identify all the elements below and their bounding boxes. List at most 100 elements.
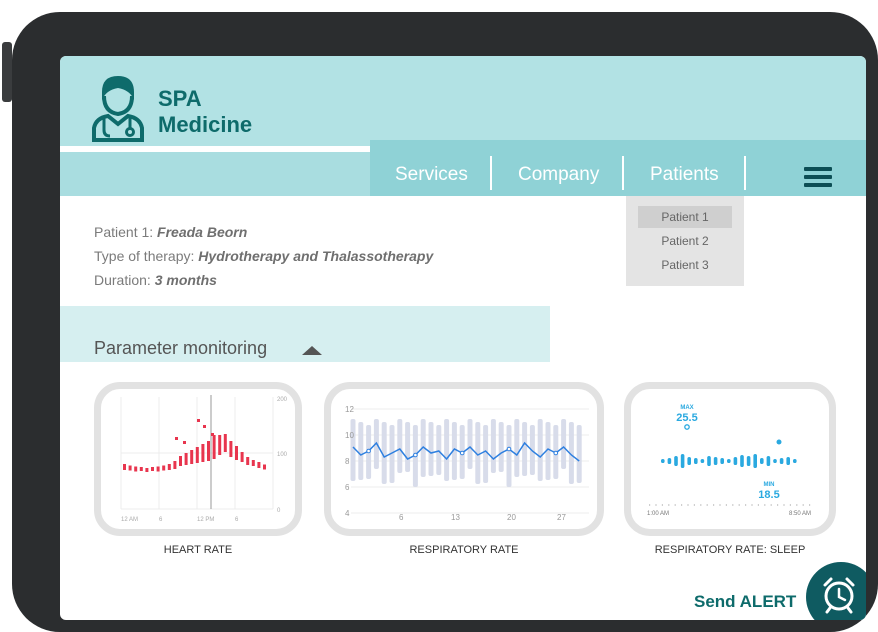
respiratory-point [506,446,512,452]
sleep-axis-tick [700,504,702,506]
sleep-rate-bar [700,459,705,463]
dropdown-patient-2[interactable]: Patient 2 [638,230,732,252]
heart-rate-bar [246,457,250,465]
heart-y-tick: 100 [277,452,288,458]
sleep-min-label: MIN [764,482,775,488]
heart-rate-bar [212,435,216,459]
respiratory-rate-chart: 12 10 8 6 4 6 13 20 27 [345,405,589,522]
sleep-rate-bar [746,456,751,466]
tablet-frame: SPA Medicine Services Company Patients P… [2,12,878,632]
resp-x-tick: 6 [399,513,404,522]
sleep-rate-bar [779,458,784,464]
respiratory-sleep-chart: MAX 25.5 MIN 18.5 1:00 AM 8:50 AM [647,405,811,517]
patient-name-value: Freada Beorn [157,224,248,240]
therapy-row: Type of therapy: Hydrotherapy and Thalas… [94,244,433,268]
heart-y-tick: 200 [277,397,288,403]
app-screen: SPA Medicine Services Company Patients P… [60,56,866,620]
respiratory-range-bar [483,425,489,483]
nav-services[interactable]: Services [395,164,468,186]
patient-info: Patient 1: Freada Beorn Type of therapy:… [94,220,433,292]
respiratory-range-bar [537,419,543,481]
hamburger-menu-icon[interactable] [804,167,832,187]
respiratory-point [366,448,371,454]
respiratory-range-bar [397,419,403,473]
respiratory-range-bar [576,425,582,483]
resp-y-tick: 4 [345,509,350,518]
heart-rate-bar [257,462,261,468]
duration-value: 3 months [154,272,217,288]
alarm-clock-icon [823,577,855,614]
sleep-rate-bar [713,457,718,465]
nav-divider [622,156,624,190]
volume-button [2,42,12,102]
resp-x-tick: 20 [507,513,516,522]
sleep-max-value: 25.5 [676,412,697,424]
respiratory-range-bar [506,425,512,487]
heart-rate-bar [139,467,143,471]
resp-y-tick: 10 [345,431,354,440]
brand-name: SPA Medicine [158,86,252,138]
sleep-axis-tick [796,504,798,506]
nav-patients[interactable]: Patients [650,164,719,186]
heart-rate-bar [240,452,244,462]
respiratory-sleep-card[interactable]: MAX 25.5 MIN 18.5 1:00 AM 8:50 AM [624,382,836,536]
patients-dropdown: Patient 1 Patient 2 Patient 3 [626,196,744,286]
heart-rate-bar [156,466,160,472]
heart-rate-bar [201,444,205,462]
nav-company[interactable]: Company [518,164,599,186]
sleep-axis-tick [687,504,689,506]
sleep-axis-tick [706,504,708,506]
heart-rate-label: HEART RATE [163,544,233,556]
brand-line-1: SPA [158,86,202,111]
heart-rate-bar [167,464,171,470]
heart-rate-bar [223,434,227,452]
collapse-caret-icon[interactable] [302,346,322,355]
heart-x-tick: 12 AM [121,517,138,523]
respiratory-range-bar [358,422,364,480]
respiratory-range-bar [522,422,528,476]
heart-rate-point [203,425,206,428]
heart-rate-bar [173,461,177,469]
sleep-rate-bar [773,459,777,463]
sleep-rate-bar [720,458,724,464]
heart-rate-point [211,433,214,436]
heart-rate-bar [190,450,194,464]
dropdown-patient-3[interactable]: Patient 3 [638,254,732,276]
resp-y-tick: 12 [345,405,354,414]
heart-rate-bar [207,441,210,461]
respiratory-range-bar [428,422,434,476]
sleep-rate-bar [674,456,678,466]
respiratory-rate-card[interactable]: 12 10 8 6 4 6 13 20 27 [324,382,604,536]
respiratory-range-bar [405,422,411,472]
resp-y-tick: 8 [345,457,350,466]
sleep-axis-tick [681,504,683,506]
dropdown-patient-1[interactable]: Patient 1 [638,206,732,228]
sleep-rate-bar [753,454,757,468]
sleep-axis-tick [802,504,804,506]
patient-name-row: Patient 1: Freada Beorn [94,220,433,244]
send-alert-button[interactable] [806,562,866,620]
respiratory-point [553,450,559,456]
parameter-monitoring-title[interactable]: Parameter monitoring [94,338,267,359]
respiratory-range-bar [436,425,442,475]
heart-rate-card[interactable]: 200 100 0 12 AM 6 12 PM 6 [94,382,302,536]
sleep-axis-tick [674,504,676,506]
sleep-axis-tick [719,504,721,506]
heart-rate-bar [218,435,222,455]
nav-divider [744,156,746,190]
send-alert-label[interactable]: Send ALERT [694,592,796,612]
sleep-rate-bar [793,459,797,463]
respiratory-range-bar [498,422,504,472]
heart-y-tick: 0 [277,508,281,514]
sleep-axis-tick [777,504,779,506]
sleep-max-label: MAX [680,405,693,411]
sleep-axis-tick [770,504,772,506]
duration-label: Duration: [94,272,155,288]
respiratory-range-bar [561,419,567,469]
sleep-rate-bar [766,456,771,466]
sleep-axis-tick [809,504,811,506]
sleep-axis-tick [751,504,753,506]
sleep-rate-bar [680,454,685,468]
sleep-axis-tick [655,504,657,506]
heart-rate-bar [229,441,233,457]
